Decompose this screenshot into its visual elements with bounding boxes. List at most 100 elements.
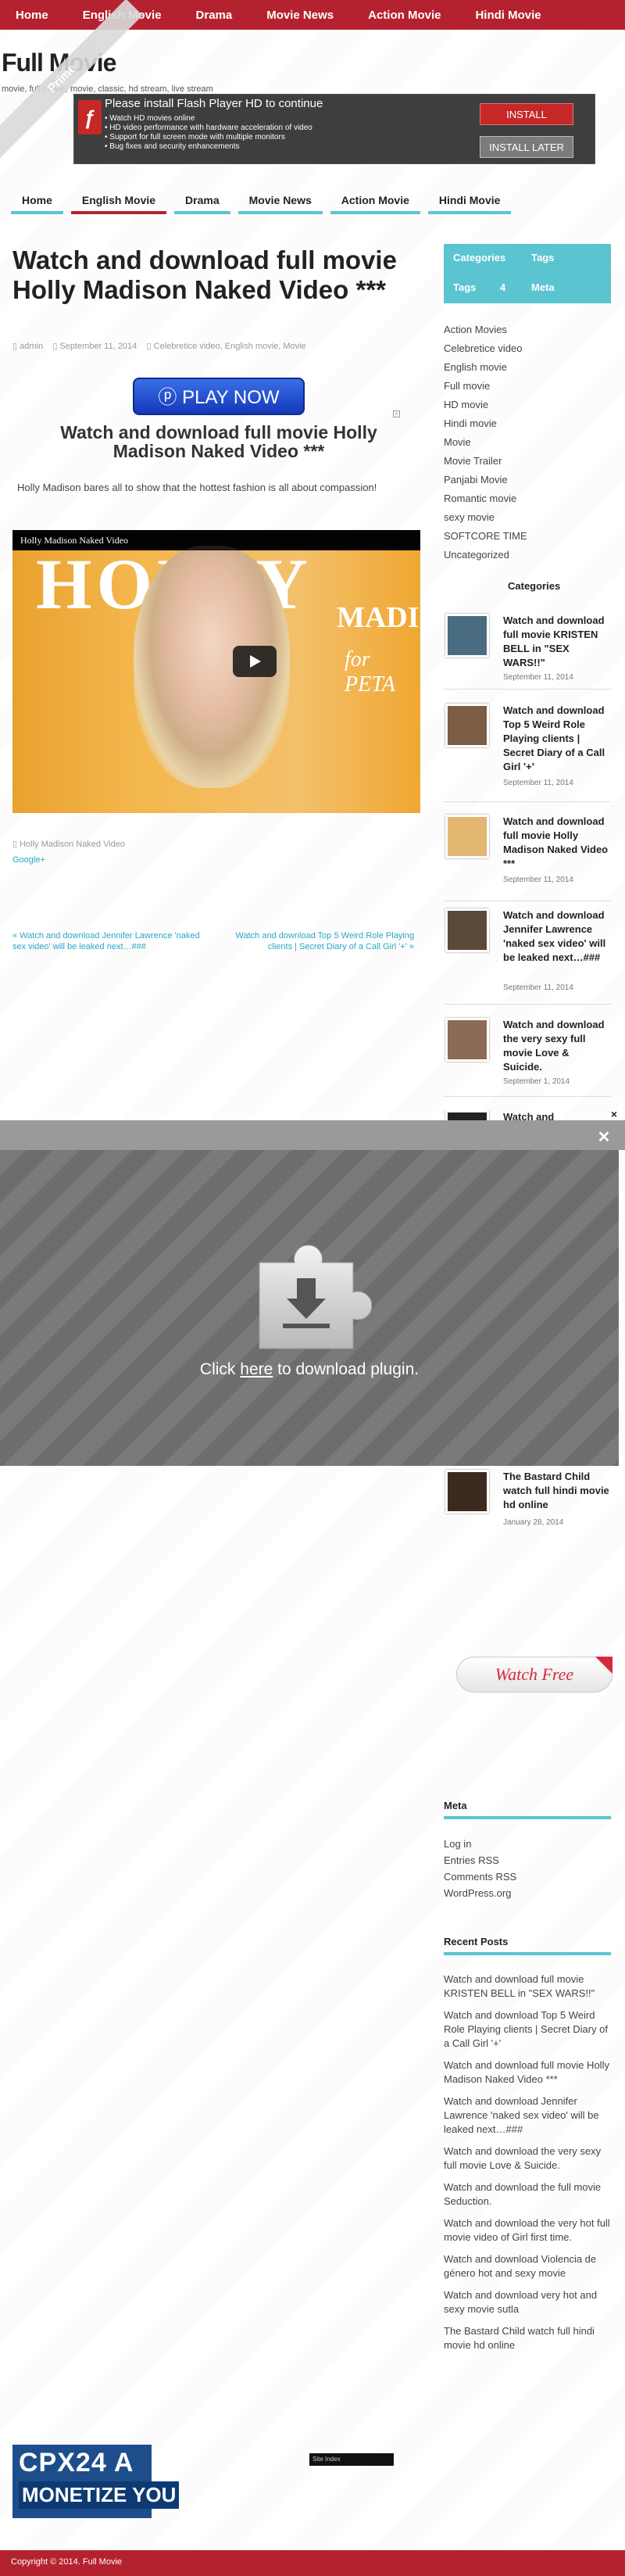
category-item[interactable]: Romantic movie bbox=[444, 489, 527, 508]
main-nav-hindi-movie[interactable]: Hindi Movie bbox=[427, 188, 512, 214]
image-icon: ▯ bbox=[12, 840, 20, 849]
tab-tags-2[interactable]: Tags bbox=[453, 281, 476, 293]
category-item[interactable]: Action Movies bbox=[444, 321, 527, 339]
tab-count[interactable]: 4 bbox=[500, 281, 505, 293]
category-item[interactable]: SOFTCORE TIME bbox=[444, 527, 527, 546]
meta-link-entries-rss[interactable]: Entries RSS bbox=[444, 1852, 611, 1868]
post-thumbnail[interactable] bbox=[445, 704, 489, 747]
recent-post-link[interactable]: Watch and download full movie KRISTEN BE… bbox=[444, 1972, 611, 2001]
site-counter-badge[interactable]: Site Index bbox=[309, 2453, 394, 2466]
plugin-download-link[interactable]: here bbox=[240, 1360, 273, 1378]
category-item[interactable]: sexy movie bbox=[444, 508, 527, 527]
google-plus-link[interactable]: Google+ bbox=[12, 855, 45, 865]
next-post-link[interactable]: Watch and download Top 5 Weird Role Play… bbox=[227, 930, 415, 952]
install-later-button[interactable]: INSTALL LATER bbox=[480, 136, 573, 158]
category-item[interactable]: English movie bbox=[444, 358, 527, 377]
category-item[interactable]: Celebretice video bbox=[444, 339, 527, 358]
tab-tags[interactable]: Tags bbox=[531, 252, 554, 263]
plugin-overlay-header bbox=[0, 1120, 625, 1150]
main-nav-movie-news[interactable]: Movie News bbox=[238, 188, 323, 214]
recent-post-link[interactable]: Watch and download very hot and sexy mov… bbox=[444, 2288, 611, 2316]
category-item[interactable]: Full movie bbox=[444, 377, 527, 396]
puzzle-plugin-icon[interactable] bbox=[252, 1231, 372, 1352]
footer: Copyright © 2014. Full Movie bbox=[0, 2550, 625, 2576]
recent-post-link[interactable]: Watch and download Violencia de género h… bbox=[444, 2252, 611, 2280]
category-item[interactable]: Hindi movie bbox=[444, 414, 527, 433]
category-item[interactable]: Uncategorized bbox=[444, 546, 527, 564]
sidebar-post-date: September 1, 2014 bbox=[503, 1077, 570, 1086]
sidebar-post-title[interactable]: Watch and download full movie KRISTEN BE… bbox=[503, 614, 609, 670]
previous-post-link[interactable]: « Watch and download Jennifer Lawrence '… bbox=[12, 930, 200, 952]
post-thumbnail[interactable] bbox=[445, 908, 489, 952]
post-date: September 11, 2014 bbox=[59, 342, 138, 351]
recent-post-link[interactable]: Watch and download Top 5 Weird Role Play… bbox=[444, 2008, 611, 2051]
recent-post-link[interactable]: Watch and download Jennifer Lawrence 'na… bbox=[444, 2094, 611, 2137]
post-thumbnail[interactable] bbox=[445, 815, 489, 858]
category-item[interactable]: Panjabi Movie bbox=[444, 471, 527, 489]
post-thumbnail[interactable] bbox=[445, 614, 489, 657]
sidebar-post-title[interactable]: Watch and download Jennifer Lawrence 'na… bbox=[503, 908, 609, 965]
sidebar-post[interactable]: Watch and download Jennifer Lawrence 'na… bbox=[444, 908, 611, 1010]
tab-meta[interactable]: Meta bbox=[531, 281, 555, 293]
meta-link-comments-rss[interactable]: Comments RSS bbox=[444, 1868, 611, 1885]
video-thumb-text-peta: for PETA bbox=[345, 647, 395, 697]
recent-posts-title: Recent Posts bbox=[444, 1936, 611, 1955]
post-meta: ▯ admin ▯ September 11, 2014 ▯ Celebreti… bbox=[12, 341, 306, 351]
category-item[interactable]: Movie Trailer bbox=[444, 452, 527, 471]
top-nav-movie-news[interactable]: Movie News bbox=[266, 9, 334, 22]
sidebar-post-title[interactable]: The Bastard Child watch full hindi movie… bbox=[503, 1470, 609, 1512]
install-button[interactable]: INSTALL bbox=[480, 103, 573, 125]
top-nav-action-movie[interactable]: Action Movie bbox=[368, 9, 441, 22]
top-nav-home[interactable]: Home bbox=[16, 9, 48, 22]
recent-posts-list: Watch and download full movie KRISTEN BE… bbox=[444, 1972, 611, 2360]
sidebar-post-date: September 11, 2014 bbox=[503, 779, 573, 787]
flash-feature: • HD video performance with hardware acc… bbox=[105, 124, 312, 132]
category-item[interactable]: Movie bbox=[444, 433, 527, 452]
overlay-close-icon[interactable]: ✕ bbox=[596, 1130, 612, 1145]
recent-post-link[interactable]: The Bastard Child watch full hindi movie… bbox=[444, 2324, 611, 2352]
flash-feature: • Support for full screen mode with mult… bbox=[105, 133, 285, 142]
post-subtitle: Watch and download full movie Holly Madi… bbox=[60, 422, 377, 461]
main-nav-home[interactable]: Home bbox=[11, 188, 63, 214]
sidebar-post[interactable]: Watch and download Top 5 Weird Role Play… bbox=[444, 704, 611, 805]
main-nav-action-movie[interactable]: Action Movie bbox=[330, 188, 420, 214]
top-nav-hindi-movie[interactable]: Hindi Movie bbox=[475, 9, 541, 22]
meta-link-wordpress[interactable]: WordPress.org bbox=[444, 1885, 611, 1901]
sidebar-post[interactable]: Watch and download full movie KRISTEN BE… bbox=[444, 614, 611, 692]
sidebar-post[interactable]: The Bastard Child watch full hindi movie… bbox=[444, 1470, 611, 1532]
divider bbox=[444, 1004, 611, 1005]
sidebar-post[interactable]: Watch and bbox=[444, 1110, 611, 1120]
main-navigation: Home English Movie Drama Movie News Acti… bbox=[11, 188, 519, 214]
video-play-icon[interactable] bbox=[233, 646, 277, 677]
sidebar-post-title[interactable]: Watch and download Top 5 Weird Role Play… bbox=[503, 704, 609, 774]
post-thumbnail[interactable] bbox=[445, 1110, 489, 1120]
sidebar-post-title[interactable]: Watch and bbox=[503, 1110, 609, 1120]
recent-post-link[interactable]: Watch and download full movie Holly Madi… bbox=[444, 2058, 611, 2087]
video-title-bar[interactable]: Holly Madison Naked Video bbox=[12, 530, 420, 550]
post-thumbnail[interactable] bbox=[445, 1470, 489, 1514]
play-now-button[interactable]: ⓟ PLAY NOW bbox=[133, 378, 305, 415]
sidebar-post-title[interactable]: Watch and download full movie Holly Madi… bbox=[503, 815, 609, 871]
top-nav-drama[interactable]: Drama bbox=[196, 9, 233, 22]
sidebar-post[interactable]: Watch and download full movie Holly Madi… bbox=[444, 815, 611, 908]
tab-categories[interactable]: Categories bbox=[453, 252, 505, 263]
sidebar-post-title[interactable]: Watch and download the very sexy full mo… bbox=[503, 1018, 609, 1074]
recent-post-link[interactable]: Watch and download the very sexy full mo… bbox=[444, 2144, 611, 2173]
main-nav-english-movie[interactable]: English Movie bbox=[70, 188, 167, 214]
video-player[interactable]: HOLLY MADIS for PETA Holly Madison Naked… bbox=[12, 530, 420, 813]
flash-ad-features: • Watch HD movies online • HD video perf… bbox=[105, 114, 312, 152]
category-list: Action Movies Celebretice video English … bbox=[444, 321, 527, 564]
sidebar-post[interactable]: Watch and download the very sexy full mo… bbox=[444, 1018, 611, 1104]
category-item[interactable]: HD movie bbox=[444, 396, 527, 414]
post-categories[interactable]: Celebretice video, English movie, Movie bbox=[154, 342, 306, 351]
close-icon[interactable]: × bbox=[609, 1109, 620, 1120]
recent-post-link[interactable]: Watch and download the very hot full mov… bbox=[444, 2216, 611, 2245]
post-thumbnail[interactable] bbox=[445, 1018, 489, 1062]
recent-post-link[interactable]: Watch and download the full movie Seduct… bbox=[444, 2180, 611, 2209]
meta-link-login[interactable]: Log in bbox=[444, 1836, 611, 1852]
main-nav-drama[interactable]: Drama bbox=[174, 188, 230, 214]
post-author[interactable]: admin bbox=[20, 342, 43, 351]
ad-close-icon[interactable]: x bbox=[393, 410, 400, 417]
sidebar-post-date: September 11, 2014 bbox=[503, 673, 573, 682]
watch-free-button[interactable]: Watch Free bbox=[456, 1657, 612, 1693]
